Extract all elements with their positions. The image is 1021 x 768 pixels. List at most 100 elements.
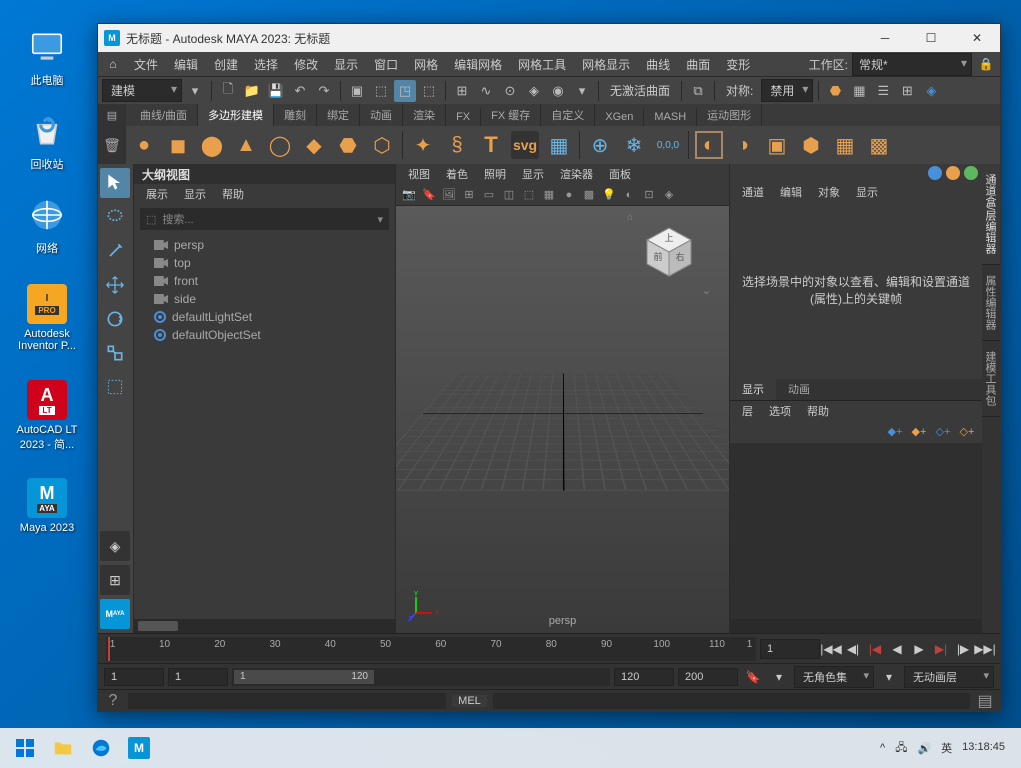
poly-platonic-icon[interactable]: ⬡ — [368, 131, 396, 159]
help-icon[interactable]: ? — [104, 692, 122, 710]
menu-mesh[interactable]: 网格 — [406, 53, 446, 76]
playback-next-key-icon[interactable]: |▶ — [952, 639, 974, 659]
current-frame-field[interactable]: 1 — [760, 639, 820, 659]
poly-cylinder-icon[interactable]: ⬤ — [198, 131, 226, 159]
outliner-search[interactable]: 搜索... — [140, 208, 389, 230]
tray-ime-label[interactable]: 英 — [941, 740, 952, 756]
vp-resolution-gate-icon[interactable]: ◫ — [500, 186, 518, 204]
select-component-icon[interactable]: ◳ — [394, 80, 416, 102]
viewcube-expand-icon[interactable]: ⌄ — [702, 284, 711, 297]
layer-menu-help[interactable]: 帮助 — [799, 401, 837, 421]
construction-history-icon[interactable]: ⧉ — [687, 80, 709, 102]
poly-svg-icon[interactable]: svg — [511, 131, 539, 159]
open-scene-icon[interactable]: 📁 — [241, 80, 263, 102]
shelf-tab-custom[interactable]: 自定义 — [541, 104, 595, 126]
outliner-item-top[interactable]: top — [134, 254, 395, 272]
vp-textured-icon[interactable]: ▩ — [580, 186, 598, 204]
outliner-item-lightset[interactable]: defaultLightSet — [134, 308, 395, 326]
layer-menu-options[interactable]: 选项 — [761, 401, 799, 421]
layout-maya-icon[interactable]: MAYA — [100, 599, 130, 629]
channel-toggle-icon-2[interactable] — [946, 166, 960, 180]
command-input[interactable] — [128, 693, 446, 709]
desktop-icon-recycle[interactable]: 回收站 — [12, 110, 82, 172]
outliner-item-side[interactable]: side — [134, 290, 395, 308]
select-object-icon[interactable]: ▣ — [346, 80, 368, 102]
render-view-icon[interactable]: ⬣ — [824, 80, 846, 102]
menu-file[interactable]: 文件 — [126, 53, 166, 76]
select-by-name-icon[interactable]: ⬚ — [418, 80, 440, 102]
vp-shaded-icon[interactable]: ● — [560, 186, 578, 204]
shelf-tab-fxcache[interactable]: FX 缓存 — [481, 104, 541, 126]
vp-gate-mask-icon[interactable]: ⬚ — [520, 186, 538, 204]
poly-grid-icon[interactable]: ▦ — [545, 131, 573, 159]
mode-dropdown-icon[interactable]: ▾ — [184, 80, 206, 102]
outliner-scrollbar[interactable] — [134, 619, 395, 633]
shelf-tab-animation[interactable]: 动画 — [360, 104, 403, 126]
menu-display[interactable]: 显示 — [326, 53, 366, 76]
tray-volume-icon[interactable]: 🔊 — [917, 742, 931, 755]
outliner-item-persp[interactable]: persp — [134, 236, 395, 254]
range-slider[interactable]: 1120 — [232, 668, 610, 686]
menu-meshtools[interactable]: 网格工具 — [510, 53, 574, 76]
vp-menu-view[interactable]: 视图 — [400, 164, 438, 184]
viewport-3d[interactable]: ⌂ 上 前 右 ⌄ — [396, 206, 729, 633]
ipr-render-icon[interactable]: ☰ — [872, 80, 894, 102]
minimize-button[interactable]: ─ — [862, 24, 908, 52]
cb-menu-channels[interactable]: 通道 — [734, 182, 772, 202]
poly-reset-icon[interactable]: 0,0,0 — [654, 131, 682, 159]
taskbar-explorer-icon[interactable] — [44, 729, 82, 767]
desktop-icon-maya[interactable]: MAYA Maya 2023 — [12, 478, 82, 534]
desktop-icon-autocad[interactable]: ALT AutoCAD LT 2023 - 简... — [12, 380, 82, 452]
poly-plane-icon[interactable]: ◆ — [300, 131, 328, 159]
script-editor-icon[interactable]: ▤ — [976, 692, 994, 710]
tab-attribute-editor[interactable]: 属性编辑器 — [982, 265, 1000, 341]
menu-curves[interactable]: 曲线 — [638, 53, 678, 76]
rotate-tool[interactable] — [100, 304, 130, 334]
vp-film-gate-icon[interactable]: ▭ — [480, 186, 498, 204]
save-scene-icon[interactable]: 💾 — [265, 80, 287, 102]
snap-grid-icon[interactable]: ⊞ — [451, 80, 473, 102]
home-icon[interactable]: ⌂ — [102, 53, 124, 75]
tray-clock[interactable]: 13:18:45 — [962, 741, 1005, 754]
desktop-icon-computer[interactable]: 此电脑 — [12, 26, 82, 88]
workspace-lock-icon[interactable]: 🔒 — [976, 54, 996, 74]
animlayer-select[interactable]: 无动画层 — [904, 666, 994, 688]
playback-prev-key-icon[interactable]: ◀| — [842, 639, 864, 659]
outliner-menu-show[interactable]: 展示 — [138, 184, 176, 204]
poly-disc-icon[interactable]: ⬣ — [334, 131, 362, 159]
poly-superellipse-icon[interactable]: ✦ — [409, 131, 437, 159]
scale-tool[interactable] — [100, 338, 130, 368]
mode-select[interactable]: 建模 — [102, 79, 182, 102]
playback-end-icon[interactable]: ▶▶| — [974, 639, 996, 659]
workspace-select[interactable]: 常规* — [852, 53, 972, 76]
vp-menu-renderer[interactable]: 渲染器 — [552, 164, 601, 184]
tray-chevron-icon[interactable]: ^ — [880, 742, 885, 754]
shelf-menu-icon[interactable]: ▤ — [98, 104, 126, 126]
cb-menu-object[interactable]: 对象 — [810, 182, 848, 202]
range-start-field[interactable]: 1 — [168, 668, 228, 686]
menu-select[interactable]: 选择 — [246, 53, 286, 76]
tray-network-icon[interactable]: 🖧 — [895, 739, 907, 758]
shelf-tab-rendering[interactable]: 渲染 — [403, 104, 446, 126]
playback-reverse-icon[interactable]: ◀ — [886, 639, 908, 659]
vp-menu-shading[interactable]: 着色 — [438, 164, 476, 184]
hypershade-icon[interactable]: ◈ — [920, 80, 942, 102]
playback-next-frame-icon[interactable]: ▶| — [930, 639, 952, 659]
channel-toggle-icon-3[interactable] — [964, 166, 978, 180]
time-slider-ruler[interactable]: 1 10 20 30 40 50 60 70 80 90 100 110 1 — [106, 637, 756, 661]
viewcube[interactable]: 上 前 右 — [641, 224, 697, 280]
poly-extract-icon[interactable]: ▣ — [763, 131, 791, 159]
snap-live-icon[interactable]: ◉ — [547, 80, 569, 102]
command-lang-label[interactable]: MEL — [452, 695, 487, 707]
taskbar-edge-icon[interactable] — [82, 729, 120, 767]
shelf-trash-icon[interactable]: 🗑 — [98, 126, 126, 164]
charset-dropdown-icon[interactable]: ▾ — [878, 667, 900, 687]
playback-prev-frame-icon[interactable]: |◀ — [864, 639, 886, 659]
vp-wireframe-icon[interactable]: ▦ — [540, 186, 558, 204]
menu-window[interactable]: 窗口 — [366, 53, 406, 76]
paint-select-tool[interactable] — [100, 236, 130, 266]
vp-menu-panels[interactable]: 面板 — [601, 164, 639, 184]
shelf-tab-motion[interactable]: 运动图形 — [697, 104, 762, 126]
menu-editmesh[interactable]: 编辑网格 — [446, 53, 510, 76]
poly-pivot-icon[interactable]: ⊕ — [586, 131, 614, 159]
